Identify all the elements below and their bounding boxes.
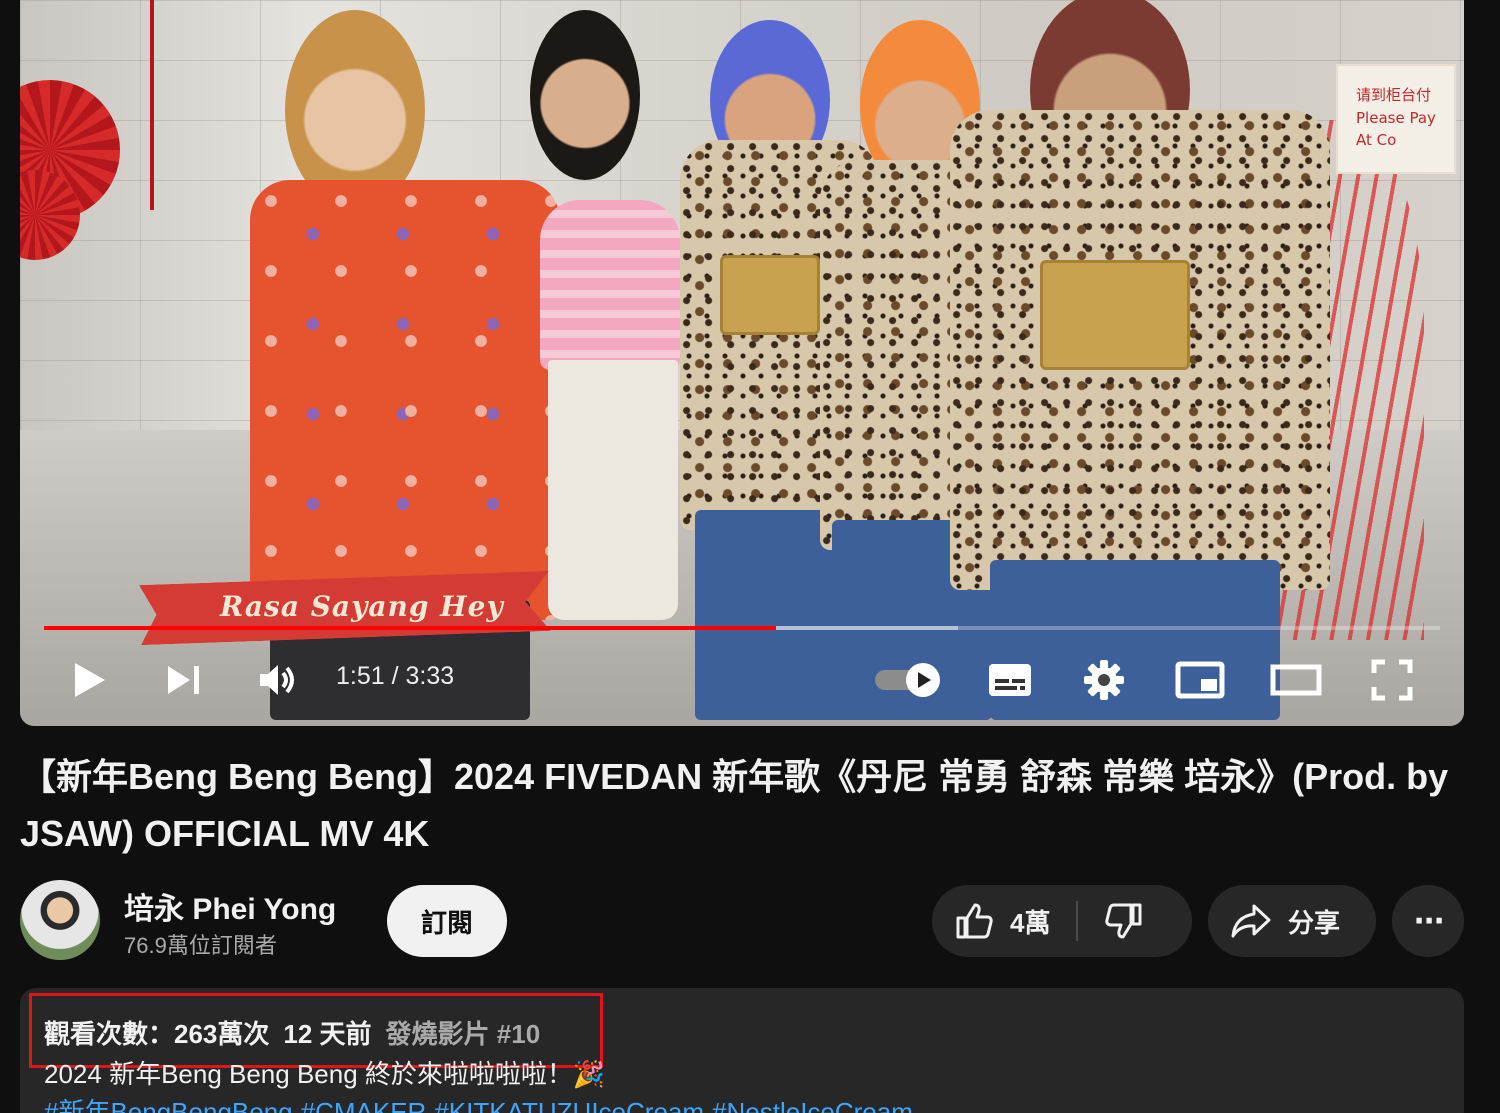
thumbs-down-icon [1105,903,1142,939]
like-dislike-group: 4萬 [932,885,1192,957]
shop-sign: 请到柜台付 Please Pay At Co [1336,64,1456,174]
like-count: 4萬 [1010,907,1051,938]
video-meta: 觀看次數：263萬次 12 天前 發燒影片 #10 [44,1014,540,1051]
lyric-caption: Rasa Sayang Hey [220,590,504,623]
like-button[interactable]: 4萬 [932,885,1076,957]
miniplayer-button[interactable] [1170,652,1230,708]
next-icon [168,666,199,694]
theater-mode-icon [1270,664,1322,696]
theater-mode-button[interactable] [1266,652,1326,708]
subscriber-count: 76.9萬位訂閱者 [124,933,277,958]
gear-icon [1084,660,1124,700]
play-icon [75,663,105,697]
volume-button[interactable] [250,652,306,708]
hashtag-link[interactable]: #CMAKER [301,1097,427,1113]
miniplayer-icon [1175,661,1225,699]
progress-played [44,626,776,630]
video-title: 【新年Beng Beng Beng】2024 FIVEDAN 新年歌《丹尼 常勇… [20,756,1449,854]
description-text: 2024 新年Beng Beng Beng 終於來啦啦啦啦！🎉 [44,1059,606,1089]
view-count: 觀看次數：263萬次 [44,1019,270,1049]
autoplay-toggle[interactable] [868,652,948,708]
next-button[interactable] [156,652,212,708]
hashtag-list: #新年BengBengBeng #CMAKER #KITKATUZUIceCream… [44,1092,921,1113]
hashtag-link[interactable]: #KITKATUZUIceCream [434,1097,704,1113]
time-display: 1:51 / 3:33 [336,662,454,691]
volume-icon [260,665,294,695]
autoplay-toggle-icon [875,663,940,697]
video-frame: 请到柜台付 Please Pay At Co Rasa Sayang Hey [20,0,1464,726]
fullscreen-icon [1371,659,1413,701]
time-separator: / [384,662,406,690]
youtube-watch-page: 请到柜台付 Please Pay At Co Rasa Sayang Hey 1… [0,0,1500,1113]
share-button[interactable]: 分享 [1208,885,1376,957]
channel-avatar[interactable] [20,880,100,960]
time-total: 3:33 [405,662,455,690]
more-icon: ⋯ [1414,904,1444,938]
play-button[interactable] [62,652,118,708]
share-icon [1231,904,1271,938]
fullscreen-button[interactable] [1362,652,1422,708]
video-player[interactable]: 请到柜台付 Please Pay At Co Rasa Sayang Hey [20,0,1464,726]
settings-button[interactable] [1074,652,1134,708]
share-label: 分享 [1288,907,1341,938]
thumbs-up-icon [956,903,993,939]
subscribe-button[interactable]: 訂閱 [387,885,507,957]
subtitles-button[interactable] [980,652,1040,708]
time-current: 1:51 [336,662,385,690]
channel-name[interactable]: 培永 Phei Yong [124,884,336,928]
more-actions-button[interactable]: ⋯ [1392,885,1464,957]
subtitles-icon [989,664,1031,696]
upload-age: 12 天前 [283,1019,372,1049]
progress-bar[interactable] [44,626,1440,630]
trending-rank[interactable]: 發燒影片 #10 [386,1019,541,1049]
hashtag-link[interactable]: #新年BengBengBeng [44,1097,293,1113]
hashtag-link[interactable]: #NestleIceCream [712,1097,913,1113]
dislike-button[interactable] [1078,885,1144,957]
